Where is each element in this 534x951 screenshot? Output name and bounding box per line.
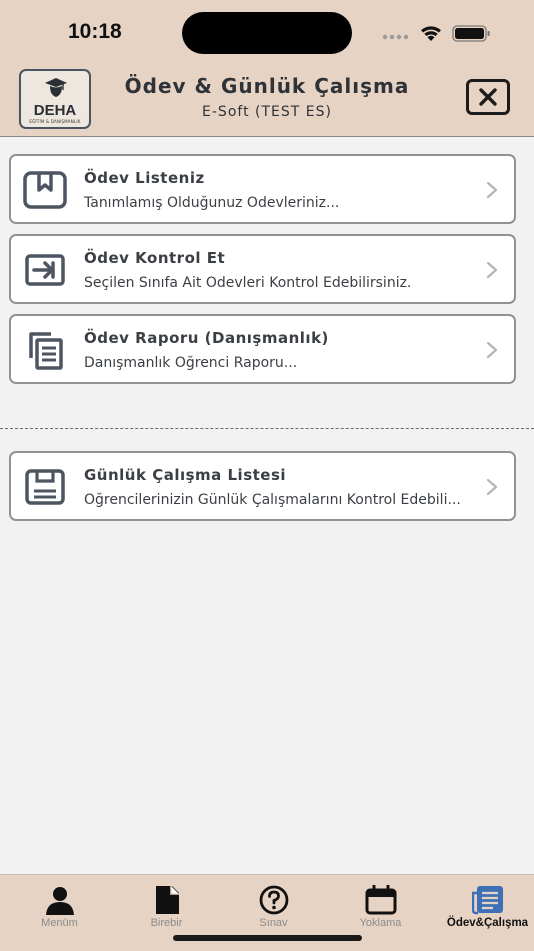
menu-item-title: Ödev Kontrol Et	[84, 249, 226, 267]
cellular-signal-icon	[382, 34, 409, 40]
menu-item-odev-kontrol-et[interactable]: Ödev Kontrol Et Seçilen Sınıfa Ait Ödevl…	[9, 234, 516, 304]
menu-item-subtitle: Öğrencilerinizin Günlük Çalışmalarını Ko…	[84, 492, 461, 508]
chevron-right-icon	[486, 478, 498, 496]
menu-item-title: Ödev Listeniz	[84, 169, 205, 187]
close-button[interactable]	[466, 79, 510, 115]
menu-item-subtitle: Danışmanlık Öğrenci Raporu...	[84, 355, 298, 371]
copy-documents-icon	[29, 332, 63, 370]
tab-sinav[interactable]: Sınav	[220, 875, 327, 935]
menu-item-gunluk-calisma-listesi[interactable]: Günlük Çalışma Listesi Öğrencilerinizin …	[9, 451, 516, 521]
deha-logo: DEHA EĞİTİM & DANIŞMANLIK	[19, 69, 91, 129]
tab-odev-calisma[interactable]: Ödev&Çalışma	[434, 875, 534, 935]
tab-label: Yoklama	[359, 917, 402, 929]
menu-item-odev-raporu[interactable]: Ödev Raporu (Danışmanlık) Danışmanlık Öğ…	[9, 314, 516, 384]
person-icon	[46, 887, 74, 915]
arrow-in-box-icon	[25, 254, 65, 286]
newspaper-icon	[472, 886, 503, 915]
tab-yoklama[interactable]: Yoklama	[327, 875, 434, 935]
menu-item-subtitle: Tanımlamış Olduğunuz Ödevleriniz...	[84, 195, 340, 211]
app-header: 10:18 DEHA EĞİTİM & DANIŞMANLIK Ödev & G…	[0, 0, 534, 137]
dynamic-island	[182, 12, 352, 54]
battery-icon	[452, 25, 490, 42]
page-subtitle: E-Soft (TEST ES)	[202, 104, 332, 120]
calendar-icon	[365, 885, 397, 915]
menu-item-subtitle: Seçilen Sınıfa Ait Ödevleri Kontrol Edeb…	[84, 275, 412, 291]
logo-subtext: EĞİTİM & DANIŞMANLIK	[29, 119, 81, 124]
wifi-icon	[421, 26, 441, 41]
menu-item-odev-listeniz[interactable]: Ödev Listeniz Tanımlamış Olduğunuz Ödevl…	[9, 154, 516, 224]
menu-item-title: Günlük Çalışma Listesi	[84, 466, 287, 484]
logo-text: DEHA	[33, 102, 77, 119]
chevron-right-icon	[486, 341, 498, 359]
tab-label: Birebir	[150, 917, 183, 929]
tab-menum[interactable]: Menüm	[6, 875, 113, 935]
menu-item-title: Ödev Raporu (Danışmanlık)	[84, 329, 329, 347]
tab-label: Sınav	[259, 917, 288, 929]
chevron-right-icon	[486, 261, 498, 279]
tab-label: Ödev&Çalışma	[446, 917, 529, 929]
chevron-right-icon	[486, 181, 498, 199]
tab-birebir[interactable]: Birebir	[113, 875, 220, 935]
graduate-head-icon	[45, 78, 67, 97]
status-time: 10:18	[68, 20, 122, 43]
section-divider	[0, 428, 534, 429]
tab-label: Menüm	[41, 917, 78, 929]
home-indicator	[173, 935, 362, 941]
bookmark-book-icon	[23, 171, 67, 209]
question-circle-icon	[259, 885, 289, 915]
status-icons	[382, 25, 490, 42]
document-icon	[156, 886, 179, 914]
notepad-icon	[25, 469, 65, 505]
page-title: Ödev & Günlük Çalışma	[124, 74, 410, 98]
close-icon	[479, 88, 497, 106]
